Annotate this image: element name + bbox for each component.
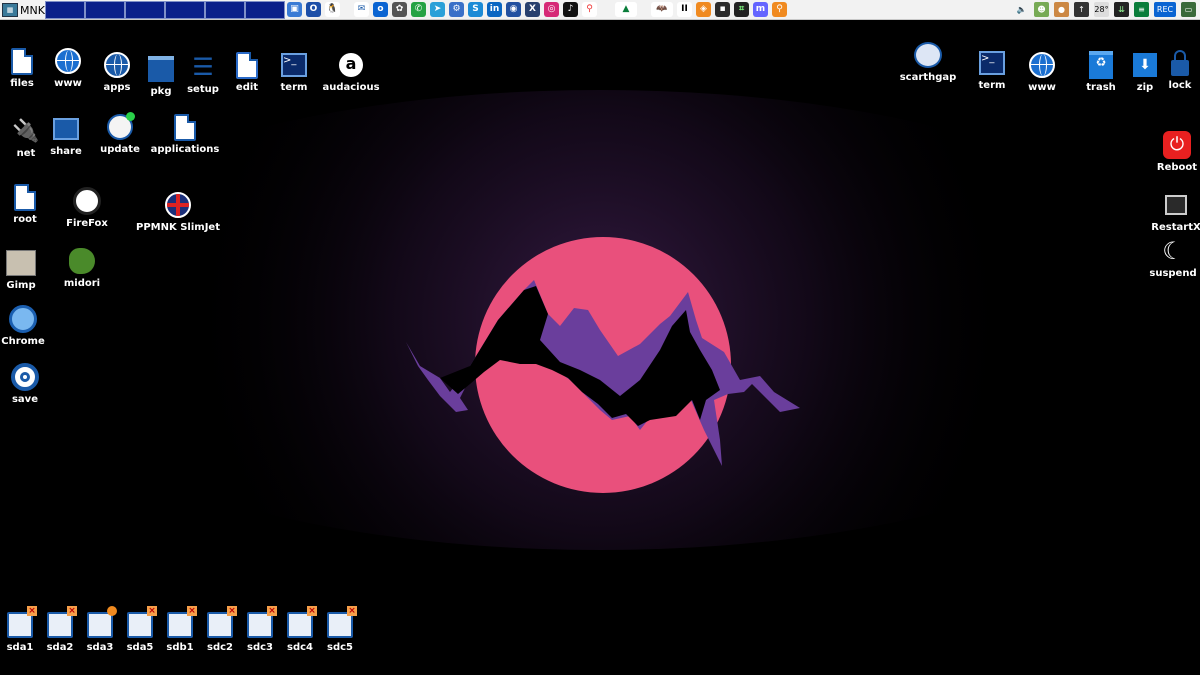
- desktop-icon-chrome[interactable]: Chrome: [0, 304, 59, 347]
- file-icon: [14, 183, 36, 211]
- menu-label: MNK: [20, 3, 45, 17]
- chrome-icon: [9, 305, 37, 333]
- system-tray: 🔈 ☻ ● ↑ 28° ⇊ ≡ REC ▭: [1014, 2, 1196, 17]
- terminal-icon: >_: [979, 51, 1005, 75]
- settings-icon[interactable]: ⚙: [449, 2, 464, 17]
- power-icon: ⏻: [1163, 131, 1191, 159]
- moon-icon: ☾: [1162, 237, 1184, 265]
- desktop-icon-midori[interactable]: midori: [46, 246, 118, 289]
- opera-icon[interactable]: O: [306, 2, 321, 17]
- update-tray-icon[interactable]: ⇊: [1114, 2, 1129, 17]
- desktop-icon-audacious[interactable]: a audacious: [315, 50, 387, 93]
- desktop-icon-reboot[interactable]: ⏻ Reboot: [1141, 130, 1200, 173]
- outlook-icon[interactable]: o: [373, 2, 388, 17]
- desktop-icon-scarthgap[interactable]: scarthgap: [892, 40, 964, 83]
- menu-icon: ▦: [2, 3, 18, 17]
- midori-icon: [69, 248, 95, 274]
- drive-sdc5[interactable]: sdc5: [304, 606, 376, 653]
- puppy-icon: [914, 42, 942, 68]
- desktop-icon-restartx[interactable]: RestartX: [1140, 190, 1200, 233]
- whatsapp-icon[interactable]: ✆: [411, 2, 426, 17]
- workspace-1[interactable]: [45, 1, 85, 19]
- firefox-icon: [73, 187, 101, 215]
- share-icon: [53, 118, 79, 140]
- workspace-pager: [45, 1, 285, 19]
- file-icon: [11, 47, 33, 75]
- file-icon: [174, 113, 196, 141]
- purple-icon[interactable]: ▪: [715, 2, 730, 17]
- save-icon: [11, 363, 39, 391]
- temp-indicator: 28°: [1094, 2, 1109, 17]
- workspace-4[interactable]: [165, 1, 205, 19]
- drive-icon: [327, 606, 357, 638]
- launcher-tray: ▣ O 🐧 ✉ o ✿ ✆ ➤ ⚙ S in ◉ X ◎ ♪ ⚲ ▲ 🦇 II …: [287, 2, 787, 17]
- skype-icon[interactable]: S: [468, 2, 483, 17]
- globe-icon: [55, 48, 81, 74]
- desktop-icon-update[interactable]: update: [84, 112, 156, 155]
- desktop-icon-suspend[interactable]: ☾ suspend: [1137, 236, 1200, 279]
- monitor-icon[interactable]: ▭: [1181, 2, 1196, 17]
- desktop-icon-lock[interactable]: lock: [1144, 48, 1200, 91]
- tiktok-icon[interactable]: ♪: [563, 2, 578, 17]
- batman-icon[interactable]: 🦇: [651, 2, 673, 17]
- maps-icon[interactable]: ⚲: [582, 2, 597, 17]
- wallpaper: files www apps pkg ☰ setup edit >_ term …: [0, 20, 1200, 675]
- x-icon[interactable]: X: [525, 2, 540, 17]
- audacious-icon: a: [339, 53, 363, 77]
- taskbar: ▦ MNK ▣ O 🐧 ✉ o ✿ ✆ ➤ ⚙ S in ◉ X ◎ ♪ ⚲ ▲…: [0, 0, 1200, 20]
- menu-button[interactable]: ▦ MNK: [2, 1, 45, 19]
- desktop-icon-applications[interactable]: applications: [149, 112, 221, 155]
- network-tray-icon[interactable]: ●: [1054, 2, 1069, 17]
- restartx-icon: [1165, 195, 1187, 215]
- telegram-icon[interactable]: ➤: [430, 2, 445, 17]
- terminal-icon[interactable]: ⌗: [734, 2, 749, 17]
- mountain-icon[interactable]: ▲: [615, 2, 637, 17]
- workspace-5[interactable]: [205, 1, 245, 19]
- mastodon-icon[interactable]: m: [753, 2, 768, 17]
- mail-icon[interactable]: ✉: [354, 2, 369, 17]
- workspace-6[interactable]: [245, 1, 285, 19]
- lock-icon: [1171, 50, 1189, 76]
- globe-icon[interactable]: ◉: [506, 2, 521, 17]
- instagram-icon[interactable]: ◎: [544, 2, 559, 17]
- steam-icon[interactable]: ✿: [392, 2, 407, 17]
- workspace-3[interactable]: [125, 1, 165, 19]
- gimp-icon: [6, 250, 36, 276]
- desktop-icon-save[interactable]: save: [0, 362, 61, 405]
- uk-flag-icon: [165, 192, 191, 218]
- upload-icon[interactable]: ↑: [1074, 2, 1089, 17]
- location-icon[interactable]: ⚲: [772, 2, 787, 17]
- rec-icon[interactable]: REC: [1154, 2, 1176, 17]
- terminal-icon: >_: [281, 53, 307, 77]
- text-icon[interactable]: II: [677, 2, 692, 17]
- user-icon[interactable]: ☻: [1034, 2, 1049, 17]
- linkedin-icon[interactable]: in: [487, 2, 502, 17]
- volume-icon[interactable]: 🔈: [1014, 2, 1029, 17]
- globe-icon: [1029, 52, 1055, 78]
- update-icon: [107, 112, 135, 140]
- desktop-icon-slimjet[interactable]: PPMNK SlimJet: [136, 190, 220, 233]
- launcher-icon[interactable]: ◈: [696, 2, 711, 17]
- workspace-2[interactable]: [85, 1, 125, 19]
- edit-icon: [236, 51, 258, 79]
- desktop-icon-firefox[interactable]: FireFox: [51, 186, 123, 229]
- desktop-icon[interactable]: ▣: [287, 2, 302, 17]
- tux-icon[interactable]: 🐧: [325, 2, 340, 17]
- stack-icon[interactable]: ≡: [1134, 2, 1149, 17]
